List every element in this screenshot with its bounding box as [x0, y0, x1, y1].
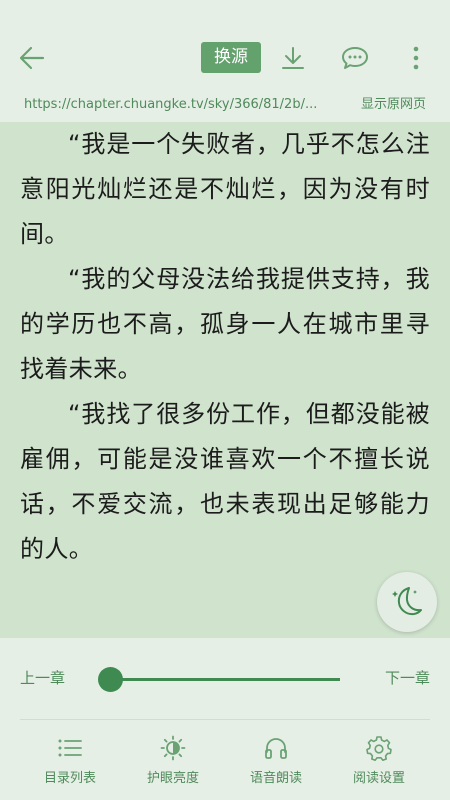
- paragraph: “我找了很多份工作，但都没能被雇佣，可能是没谁喜欢一个不擅长说话，不爱交流，也未…: [20, 400, 430, 563]
- headphones-icon: [262, 734, 290, 762]
- eye-brightness-button[interactable]: 护眼亮度: [123, 720, 223, 800]
- menu-label: 目录列表: [43, 771, 96, 786]
- night-mode-button[interactable]: [377, 572, 437, 632]
- menu-label: 护眼亮度: [146, 771, 199, 786]
- brightness-icon: [159, 734, 187, 762]
- chapter-url[interactable]: https://chapter.chuangke.tv/sky/366/81/2…: [24, 96, 330, 114]
- download-button[interactable]: [275, 40, 311, 76]
- download-icon: [282, 47, 304, 69]
- table-of-contents-button[interactable]: 目录列表: [20, 720, 120, 800]
- change-source-button[interactable]: 换源: [201, 42, 261, 73]
- moon-icon: [392, 587, 422, 616]
- previous-chapter-button[interactable]: 上一章: [20, 669, 65, 687]
- more-button[interactable]: [398, 40, 434, 76]
- reading-content[interactable]: “我是一个失败者，几乎不怎么注意阳光灿烂还是不灿烂，因为没有时间。 “我的父母没…: [0, 122, 450, 638]
- comment-button[interactable]: [337, 40, 373, 76]
- show-original-page-button[interactable]: 显示原网页: [361, 96, 426, 114]
- more-vertical-icon: [413, 46, 419, 70]
- menu-label: 阅读设置: [352, 771, 405, 786]
- comment-icon: [342, 47, 368, 69]
- paragraph: “我的父母没法给我提供支持，我的学历也不高，孤身一人在城市里寻找着未来。: [20, 265, 430, 383]
- url-bar: https://chapter.chuangke.tv/sky/366/81/2…: [0, 88, 450, 122]
- chapter-progress-slider[interactable]: [110, 678, 340, 681]
- bottom-menu: 目录列表 护眼亮度 语音朗读 阅读设置: [0, 720, 450, 800]
- chapter-navigation-bar: 上一章 下一章: [0, 638, 450, 720]
- menu-label: 语音朗读: [249, 771, 302, 786]
- reading-settings-button[interactable]: 阅读设置: [329, 720, 429, 800]
- slider-thumb[interactable]: [97, 667, 123, 692]
- next-chapter-button[interactable]: 下一章: [385, 669, 430, 687]
- paragraph: “我是一个失败者，几乎不怎么注意阳光灿烂还是不灿烂，因为没有时间。: [20, 130, 430, 248]
- voice-reading-button[interactable]: 语音朗读: [226, 720, 326, 800]
- back-button[interactable]: [14, 40, 50, 76]
- list-icon: [56, 734, 84, 762]
- arrow-left-icon: [19, 46, 45, 70]
- settings-icon: [365, 734, 393, 762]
- top-toolbar: 换源: [0, 0, 450, 88]
